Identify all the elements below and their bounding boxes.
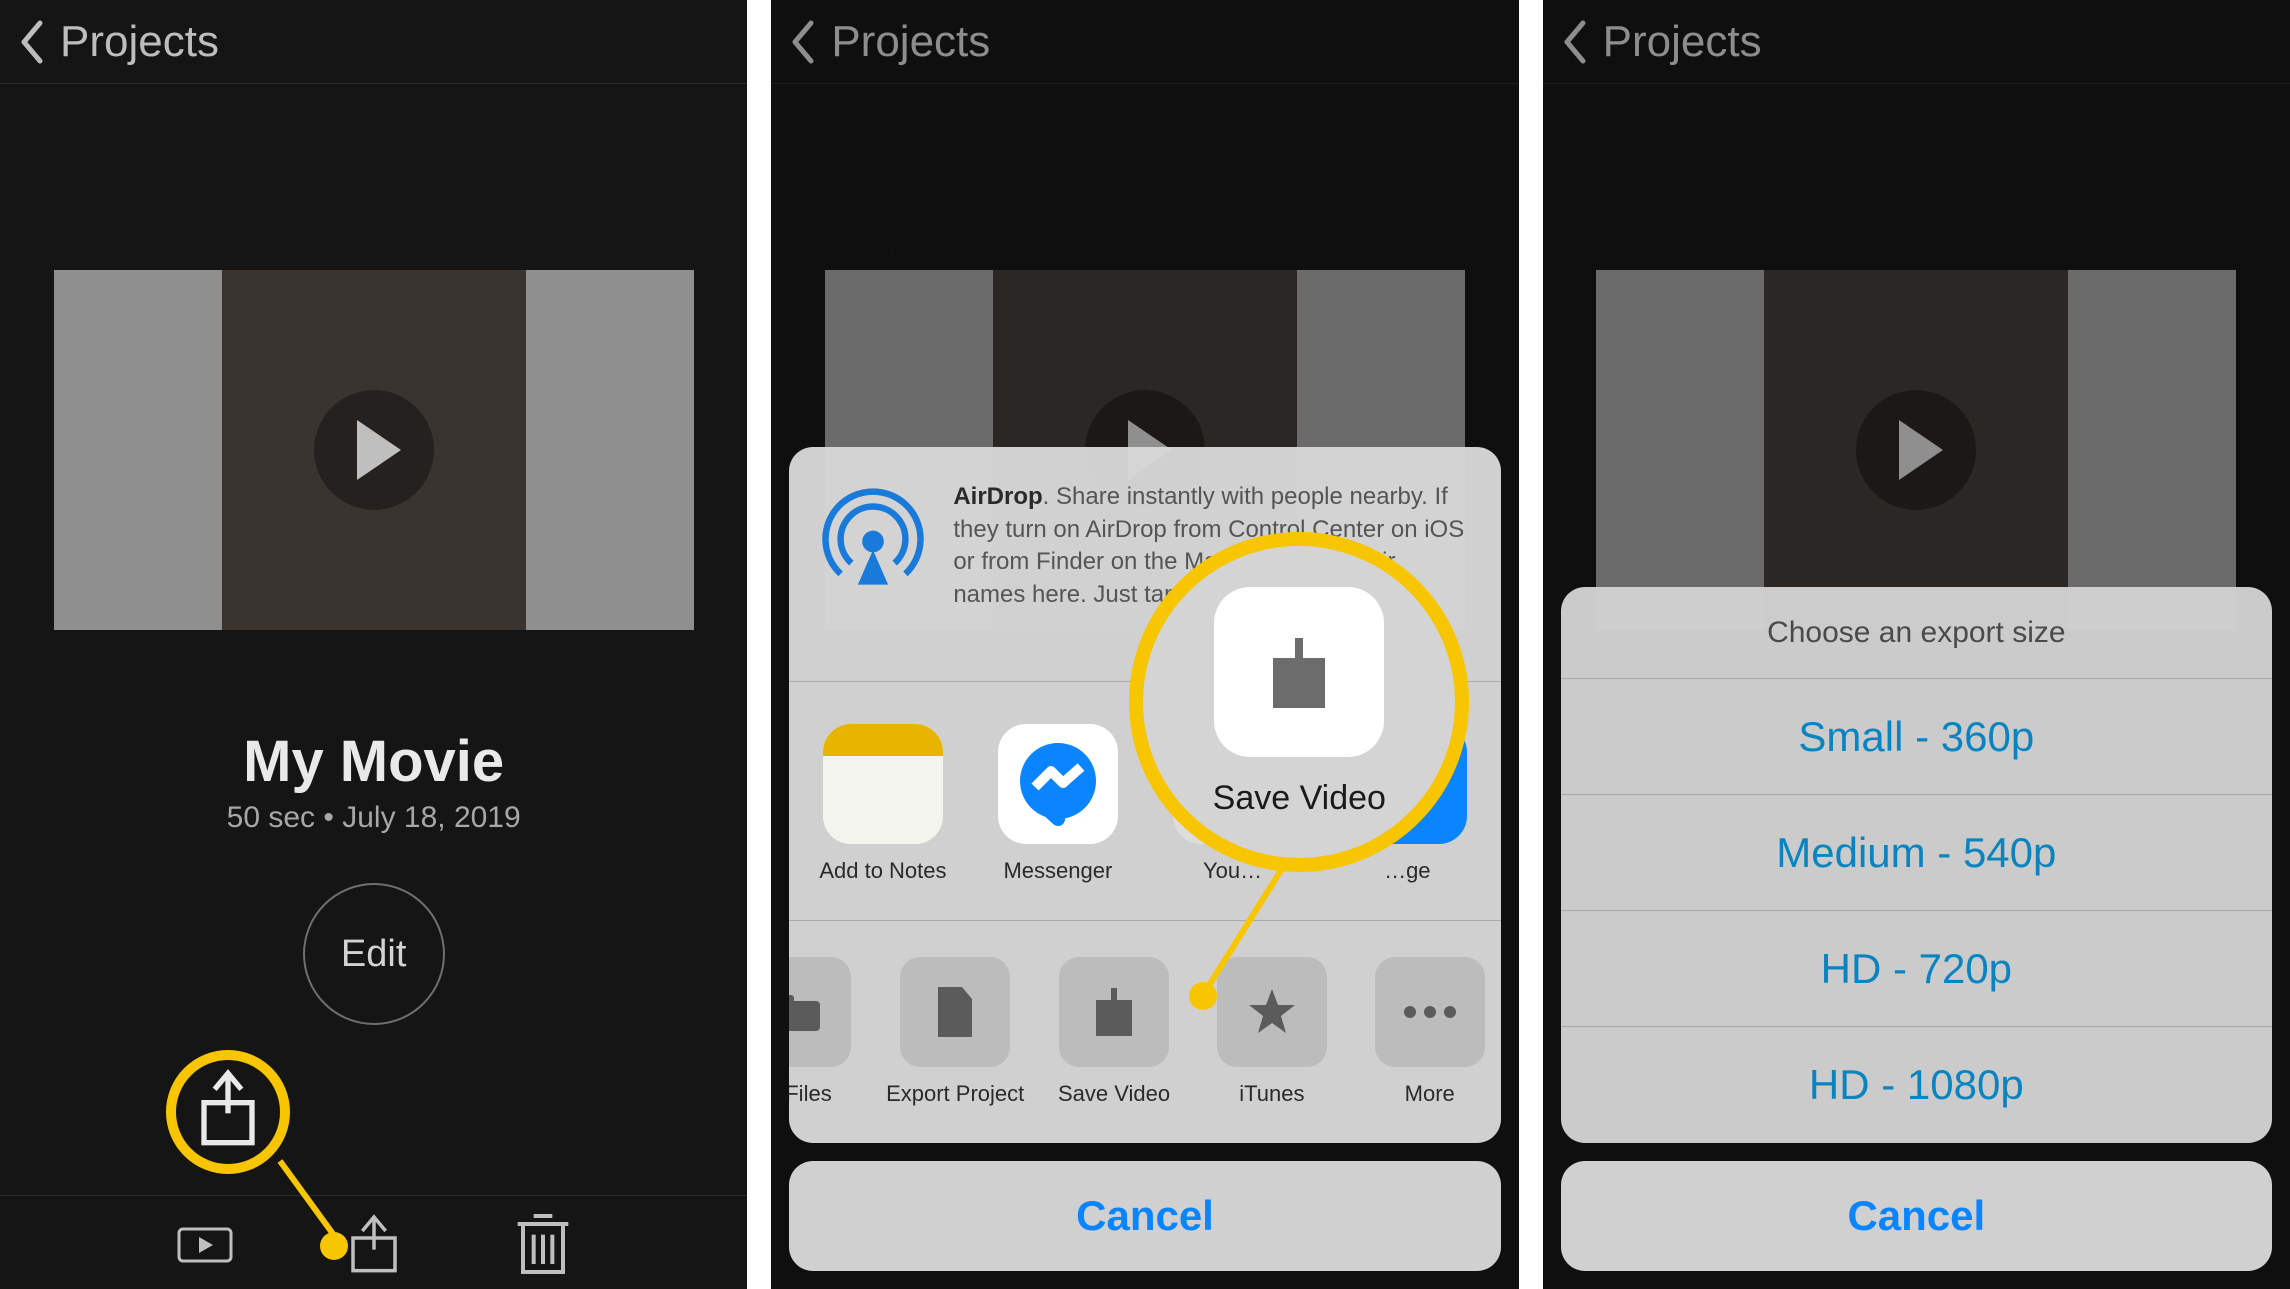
nav-bar: Projects xyxy=(0,0,747,84)
project-title: My Movie xyxy=(0,728,747,795)
chevron-left-icon[interactable] xyxy=(18,19,46,65)
star-icon xyxy=(1217,957,1327,1067)
export-option-360p[interactable]: Small - 360p xyxy=(1561,679,2272,795)
messenger-icon xyxy=(998,724,1118,844)
export-option-720p[interactable]: HD - 720p xyxy=(1561,911,2272,1027)
app-add-to-notes[interactable]: Add to Notes xyxy=(819,724,946,884)
action-export-project[interactable]: Export Project xyxy=(895,957,1015,1107)
action-save-video[interactable]: Save Video xyxy=(1055,957,1173,1107)
share-icon-callout xyxy=(196,1068,260,1153)
project-meta: 50 sec • July 18, 2019 xyxy=(0,801,747,835)
play-theater-icon[interactable] xyxy=(177,1215,233,1271)
cancel-button[interactable]: Cancel xyxy=(789,1161,1500,1271)
cancel-button[interactable]: Cancel xyxy=(1561,1161,2272,1271)
video-thumbnail[interactable] xyxy=(54,270,694,630)
export-size-sheet: Choose an export size Small - 360p Mediu… xyxy=(1561,587,2272,1271)
airdrop-icon xyxy=(819,481,927,589)
app-messenger[interactable]: Messenger xyxy=(995,724,1122,884)
export-title: Choose an export size xyxy=(1561,587,2272,679)
nav-title[interactable]: Projects xyxy=(60,17,219,67)
project-toolbar xyxy=(0,1195,747,1289)
trash-icon[interactable] xyxy=(515,1215,571,1271)
share-icon[interactable] xyxy=(346,1215,402,1271)
download-icon xyxy=(1214,587,1384,757)
download-icon xyxy=(1059,957,1169,1067)
notes-icon xyxy=(823,724,943,844)
share-action-row[interactable]: to Files Export Project Save Video xyxy=(789,921,1500,1143)
callout-save-video: Save Video xyxy=(1129,532,1469,872)
callout-label: Save Video xyxy=(1213,779,1386,818)
dots-icon xyxy=(1375,957,1485,1067)
export-option-540p[interactable]: Medium - 540p xyxy=(1561,795,2272,911)
action-to-files[interactable]: to Files xyxy=(789,957,855,1107)
action-itunes[interactable]: iTunes xyxy=(1213,957,1331,1107)
file-icon xyxy=(900,957,1010,1067)
screenshot-panel-1: Projects My Movie 50 sec • July 18, 2019… xyxy=(0,0,747,1289)
play-icon[interactable] xyxy=(314,390,434,510)
action-more[interactable]: More xyxy=(1371,957,1489,1107)
callout-share xyxy=(166,1050,290,1174)
screenshot-panel-3: Projects Choose an export size Small - 3… xyxy=(1543,0,2290,1289)
edit-button[interactable]: Edit xyxy=(303,883,445,1025)
folder-icon xyxy=(789,957,851,1067)
export-option-1080p[interactable]: HD - 1080p xyxy=(1561,1027,2272,1143)
screenshot-panel-2: Projects xyxy=(771,0,1518,1289)
